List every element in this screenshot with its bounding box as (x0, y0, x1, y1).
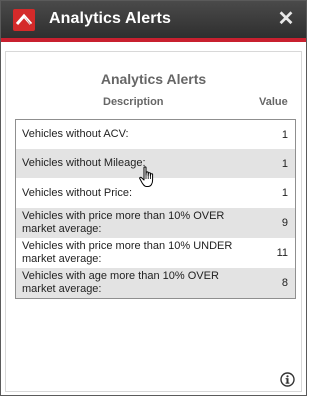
alert-description: Vehicles without ACV: (22, 128, 129, 140)
alert-value: 1 (281, 128, 288, 141)
app-logo-icon (13, 9, 35, 31)
close-button[interactable]: ✕ (276, 7, 296, 31)
alert-value: 9 (281, 217, 288, 229)
alert-description: Vehicles with price more than 10% UNDER … (22, 240, 233, 265)
analytics-alerts-window: Analytics Alerts ✕ Analytics Alerts Desc… (0, 0, 307, 396)
alerts-panel: Analytics Alerts Description Value Vehic… (5, 51, 302, 392)
alert-value: 1 (281, 157, 288, 170)
info-icon[interactable] (280, 372, 295, 387)
alert-value: 1 (281, 187, 288, 199)
alert-value: 11 (276, 247, 288, 259)
alert-description: Vehicles with age more than 10% OVER mar… (22, 270, 219, 295)
table-row[interactable]: Vehicles with price more than 10% UNDER … (16, 238, 295, 268)
alert-description: Vehicles with price more than 10% OVER m… (22, 210, 225, 235)
value-column-header: Value (259, 96, 288, 108)
title-bar: Analytics Alerts ✕ (1, 1, 306, 38)
alerts-table: Vehicles without ACV: 1 Vehicles without… (15, 119, 296, 299)
alert-description: Vehicles without Price: (22, 186, 133, 199)
panel-heading: Analytics Alerts (100, 71, 207, 87)
alert-value: 8 (281, 277, 288, 289)
title-accent-bar (1, 38, 306, 42)
table-row[interactable]: Vehicles with age more than 10% OVER mar… (16, 268, 295, 298)
alert-description: Vehicles without Mileage: (22, 157, 146, 169)
table-row[interactable]: Vehicles with price more than 10% OVER m… (16, 208, 295, 238)
hand-pointer-cursor-icon (139, 166, 154, 187)
table-row[interactable]: Vehicles without ACV: 1 (16, 120, 295, 149)
description-column-header: Description (103, 96, 164, 108)
window-title: Analytics Alerts (49, 10, 171, 27)
